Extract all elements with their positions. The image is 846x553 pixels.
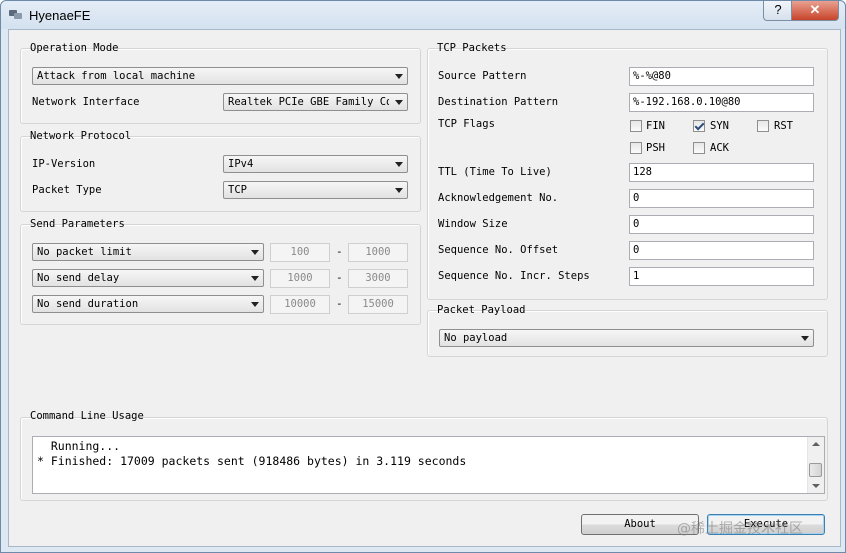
ip-version-value: IPv4 <box>228 158 254 170</box>
window-title: HyenaeFE <box>29 8 91 23</box>
rst-label: RST <box>774 120 793 132</box>
packet-type-value: TCP <box>228 184 247 196</box>
acknowledgement-label: Acknowledgement No. <box>438 192 559 204</box>
chevron-down-icon <box>251 302 259 307</box>
network-protocol-title: Network Protocol <box>30 130 132 142</box>
fin-label: FIN <box>646 120 665 132</box>
range-separator: - <box>336 297 343 310</box>
app-window: HyenaeFE ? ✕ Operation Mode Attack from … <box>0 0 846 553</box>
fin-checkbox[interactable] <box>630 120 642 132</box>
source-pattern-label: Source Pattern <box>438 70 527 82</box>
chevron-down-icon <box>395 74 403 79</box>
source-pattern-input[interactable]: %-%@80 <box>629 67 814 86</box>
ttl-label: TTL (Time To Live) <box>438 166 552 178</box>
operation-mode-select[interactable]: Attack from local machine <box>32 67 408 85</box>
chevron-down-icon <box>395 100 403 105</box>
chevron-down-icon <box>251 276 259 281</box>
send-delay-max-input[interactable]: 3000 <box>348 269 408 288</box>
send-delay-min-input[interactable]: 1000 <box>270 269 330 288</box>
tcp-flags-label: TCP Flags <box>438 118 495 130</box>
psh-label: PSH <box>646 142 665 154</box>
close-button[interactable]: ✕ <box>791 1 839 21</box>
packet-limit-min-input[interactable]: 100 <box>270 243 330 262</box>
range-separator: - <box>336 245 343 258</box>
operation-mode-group <box>20 48 421 124</box>
send-delay-value: No send delay <box>37 272 120 284</box>
send-duration-min-input[interactable]: 10000 <box>270 295 330 314</box>
scroll-up-icon[interactable] <box>812 442 820 446</box>
window-size-label: Window Size <box>438 218 508 230</box>
send-duration-select[interactable]: No send duration <box>32 295 264 313</box>
rst-checkbox[interactable] <box>757 120 769 132</box>
send-duration-value: No send duration <box>37 298 139 310</box>
ack-checkbox[interactable] <box>693 142 705 154</box>
output-line: Running... <box>37 439 121 453</box>
packet-payload-title: Packet Payload <box>437 304 526 316</box>
destination-pattern-input[interactable]: %-192.168.0.10@80 <box>629 93 814 112</box>
psh-checkbox[interactable] <box>630 142 642 154</box>
network-protocol-group <box>20 136 421 212</box>
scroll-thumb[interactable] <box>809 463 822 477</box>
chevron-down-icon <box>395 162 403 167</box>
watermark: @稀土掘金技术社区 <box>677 521 803 537</box>
packet-limit-max-input[interactable]: 1000 <box>348 243 408 262</box>
sequence-steps-input[interactable]: 1 <box>629 267 814 286</box>
network-interface-value: Realtek PCIe GBE Family Con <box>228 96 389 108</box>
send-parameters-title: Send Parameters <box>30 218 125 230</box>
operation-mode-title: Operation Mode <box>30 42 119 54</box>
command-output[interactable]: Running... * Finished: 17009 packets sen… <box>32 436 825 494</box>
send-duration-max-input[interactable]: 15000 <box>348 295 408 314</box>
output-line: * Finished: 17009 packets sent (918486 b… <box>37 454 467 468</box>
sequence-offset-label: Sequence No. Offset <box>438 244 559 256</box>
command-line-title: Command Line Usage <box>30 410 144 422</box>
range-separator: - <box>336 271 343 284</box>
vertical-scrollbar[interactable] <box>807 437 824 493</box>
help-button[interactable]: ? <box>763 1 793 21</box>
title-bar[interactable]: HyenaeFE ? ✕ <box>1 1 845 29</box>
send-delay-select[interactable]: No send delay <box>32 269 264 287</box>
ack-label: ACK <box>710 142 729 154</box>
ttl-input[interactable]: 128 <box>629 163 814 182</box>
packet-limit-select[interactable]: No packet limit <box>32 243 264 261</box>
window-size-input[interactable]: 0 <box>629 215 814 234</box>
scroll-down-icon[interactable] <box>812 484 820 488</box>
sequence-offset-input[interactable]: 0 <box>629 241 814 260</box>
network-interface-label: Network Interface <box>32 96 140 108</box>
chevron-down-icon <box>801 336 809 341</box>
ip-version-label: IP-Version <box>32 158 96 170</box>
packet-payload-select[interactable]: No payload <box>439 329 814 347</box>
packet-type-select[interactable]: TCP <box>223 181 408 199</box>
network-interface-select[interactable]: Realtek PCIe GBE Family Con <box>223 93 408 111</box>
app-icon <box>9 10 22 19</box>
acknowledgement-input[interactable]: 0 <box>629 189 814 208</box>
operation-mode-value: Attack from local machine <box>37 70 196 82</box>
syn-checkbox[interactable] <box>693 120 705 132</box>
chevron-down-icon <box>395 188 403 193</box>
packet-payload-value: No payload <box>444 332 508 344</box>
syn-label: SYN <box>710 120 729 132</box>
tcp-packets-title: TCP Packets <box>437 42 507 54</box>
client-area: Operation Mode Attack from local machine… <box>8 29 841 547</box>
destination-pattern-label: Destination Pattern <box>438 96 559 108</box>
packet-type-label: Packet Type <box>32 184 102 196</box>
ip-version-select[interactable]: IPv4 <box>223 155 408 173</box>
chevron-down-icon <box>251 250 259 255</box>
packet-limit-value: No packet limit <box>37 246 132 258</box>
sequence-steps-label: Sequence No. Incr. Steps <box>438 270 590 282</box>
